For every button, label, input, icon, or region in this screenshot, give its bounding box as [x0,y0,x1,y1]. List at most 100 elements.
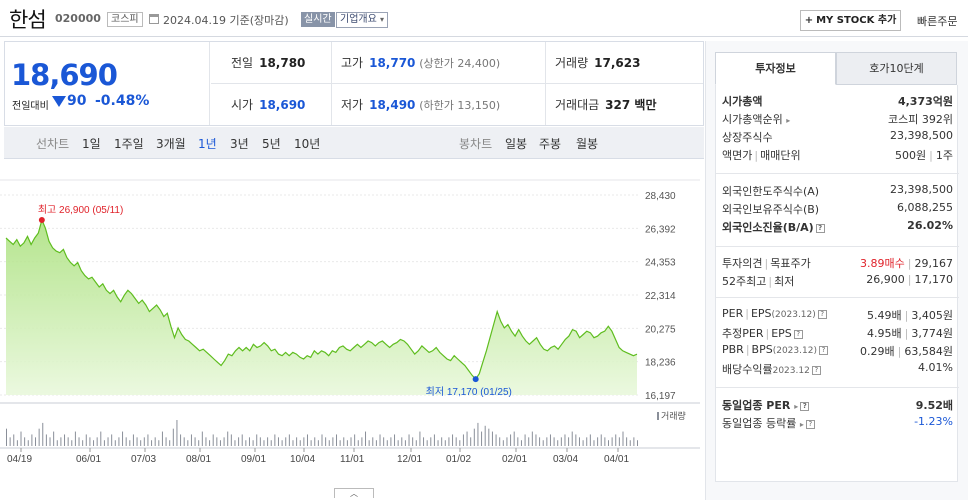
quick-order-link[interactable]: 빠른주문 [917,13,957,29]
volume-value: 17,623 [594,56,641,70]
volume-bar [423,437,425,446]
info-key: 액면가 | 매매단위 [722,149,801,162]
help-icon[interactable]: ? [793,330,803,339]
volume-bar [593,440,595,446]
arrow-right-icon[interactable]: ▸ [800,420,804,429]
volume-bar [321,434,323,446]
volume-bar [506,437,508,446]
volume-bar [238,437,240,446]
tab-daily-candle[interactable]: 일봉 [505,135,527,152]
volume-bar [165,437,167,446]
info-row: 시가총액 4,373억원 [722,93,953,111]
help-icon[interactable]: ? [805,420,815,429]
info-value: -1.23% [914,415,953,428]
volume-bar [426,440,428,446]
volume-bar [85,434,87,446]
tab-1week[interactable]: 1주일 [114,135,144,152]
realtime-button[interactable]: 실시간 [301,12,335,27]
volume-bar [379,434,381,446]
trade-amount: 거래대금 327 백만 [555,96,656,113]
plus-icon: + [804,15,814,26]
volume-bar [245,440,247,446]
volume-bar [441,437,443,446]
volume-bar [194,437,196,446]
price-chart[interactable]: 28,430 26,392 24,353 22,314 20,275 18,236 16,1… [0,160,700,480]
info-key-label-2: 목표주가 [770,257,811,270]
candle-chart-label: 봉차트 [459,137,493,151]
info-value: 코스피 392위 [888,111,953,127]
volume-bar [190,434,192,446]
tab-1day[interactable]: 1일 [82,135,101,152]
arrow-right-icon[interactable]: ▸ [794,402,798,411]
volume-bar [187,440,189,446]
info-key: 상장주식수 [722,129,773,145]
volume-bar [205,437,207,446]
tab-5year[interactable]: 5년 [262,135,281,152]
volume-bar [401,437,403,446]
help-icon[interactable]: ? [800,402,810,411]
price-summary: 18,690 전일대비 90 -0.48% 전일 18,780 고가 18,770 … [4,41,704,126]
x-tick-label: 01/02 [446,454,471,465]
divider [211,83,703,84]
info-value-2: 17,170 [914,273,954,286]
volume-bar [212,434,214,446]
info-key-label-2: EPS [771,327,792,340]
volume-bar [394,434,396,446]
volume-bar [332,437,334,446]
volume-bar [183,437,185,446]
volume-bar [56,440,58,446]
volume-bar [96,437,98,446]
corp-info-dropdown[interactable]: 기업개요 ▾ [336,12,389,28]
volume-bar [296,437,298,446]
invest-info-panel: 투자정보 호가10단계 시가총액 4,373억원 시가총액순위 ▸ 코스피 392위 상… [705,41,968,500]
volume-bar [129,440,131,446]
volume-bar [495,434,497,446]
arrow-right-icon[interactable]: ▸ [786,116,790,125]
add-mystock-button[interactable]: + MY STOCK 추가 [800,10,901,31]
volume-bar [415,440,417,446]
volume-bar [328,440,330,446]
info-value-2: 3,405원 [911,309,953,322]
help-icon[interactable]: ? [811,366,821,375]
volume-bar [161,431,163,446]
volume-bar [140,440,142,446]
info-value: 6,088,255 [897,201,953,214]
x-tick-label: 04/19 [7,454,32,465]
volume-bar [82,440,84,446]
chart-period-tabs: 선차트 1일 1주일 3개월 1년 3년 5년 10년 봉차트 일봉 주봉 월봉 [4,127,704,159]
tab-3year[interactable]: 3년 [230,135,249,152]
info-key-label: PBR [722,343,744,356]
help-icon[interactable]: ? [817,310,827,319]
volume-bar [270,440,272,446]
help-icon[interactable]: ? [818,346,828,355]
change-label: 전일대비 [12,101,49,112]
x-tick-label: 11/01 [340,454,365,465]
tab-quote-10[interactable]: 호가10단계 [836,52,957,85]
tab-monthly-candle[interactable]: 월봉 [576,135,598,152]
info-value-main: 0.29배 [860,345,895,358]
volume-bar [568,437,570,446]
info-value-main: 26.02% [907,219,953,232]
info-key-period: 2023.12 [772,366,810,376]
line-chart-label: 선차트 [36,137,70,151]
volume-bar [118,437,120,446]
info-key: 동일업종 PER ▸? [722,397,810,413]
tab-3month[interactable]: 3개월 [156,135,186,152]
info-value: 26.02% [907,219,953,232]
info-row: 외국인한도주식수(A) 23,398,500 [722,183,953,201]
tab-10year[interactable]: 10년 [294,135,320,152]
info-value-2: 63,584원 [904,345,953,358]
volume-bar [35,437,37,446]
volume: 거래량 17,623 [555,54,640,71]
collapse-chart-button[interactable]: ︿ [334,488,374,498]
tab-weekly-candle[interactable]: 주봉 [539,135,561,152]
tab-invest-info[interactable]: 투자정보 [715,52,836,85]
tab-1year[interactable]: 1년 [198,135,217,152]
volume-bar [281,440,283,446]
help-icon[interactable]: ? [815,224,825,233]
info-row: 외국인보유주식수(B) 6,088,255 [722,201,953,219]
open-price: 시가 18,690 [231,96,305,113]
volume-bar [513,431,515,446]
info-value-main: 3.89매수 [860,257,905,270]
info-row: 추정PER | EPS? 4.95배 | 3,774원 [722,325,953,343]
